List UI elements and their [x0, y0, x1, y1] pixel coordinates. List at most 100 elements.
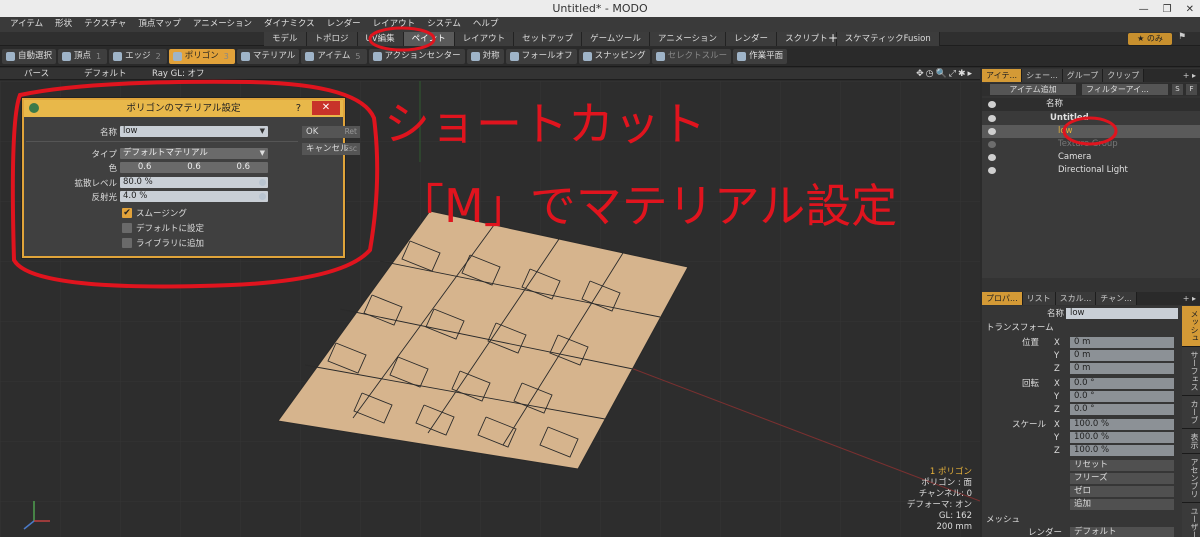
tab-game-tools[interactable]: ゲームツール	[582, 32, 650, 46]
pin-icon[interactable]: ⚑	[1178, 32, 1186, 42]
add-tab-button[interactable]: +	[828, 31, 838, 45]
item-name-input[interactable]: low	[1066, 308, 1178, 319]
item-mode-button[interactable]: アイテム 5	[301, 49, 367, 64]
list-item[interactable]: low	[982, 125, 1200, 138]
eye-icon[interactable]	[259, 193, 266, 200]
add-dropdown[interactable]: 追加	[1070, 499, 1174, 510]
tab-list[interactable]: リスト	[1022, 292, 1056, 305]
smoothing-checkbox[interactable]: ✔ スムージング	[122, 207, 187, 219]
transform-group[interactable]: トランスフォーム	[982, 322, 1182, 334]
side-tab-surface[interactable]: サーフェス	[1182, 347, 1200, 396]
freeze-dropdown[interactable]: フリーズ	[1070, 473, 1174, 484]
color-g-value[interactable]: 0.6	[187, 162, 201, 173]
menu-item[interactable]: テクスチャ	[78, 17, 132, 32]
side-tab-curve[interactable]: カーブ	[1182, 396, 1200, 429]
rotation-z-input[interactable]: 0.0 °	[1070, 404, 1174, 415]
panel-menu-icon[interactable]: + ▸	[1179, 69, 1200, 82]
menu-item[interactable]: 形状	[49, 17, 78, 32]
tab-schematic[interactable]: スケマティックFusion	[836, 32, 940, 46]
tab-paint[interactable]: ペイント	[403, 32, 455, 46]
chevron-down-icon[interactable]: ▼	[260, 126, 265, 137]
material-name-input[interactable]: low ▼	[120, 126, 268, 137]
material-mode-button[interactable]: マテリアル	[236, 49, 300, 64]
diffuse-input[interactable]: 80.0 %	[120, 177, 268, 188]
action-center-button[interactable]: アクションセンター	[368, 49, 465, 64]
visibility-icon[interactable]	[988, 167, 996, 174]
add-library-checkbox[interactable]: ライブラリに追加	[122, 237, 204, 249]
side-tab-display[interactable]: 表示	[1182, 429, 1200, 454]
select-through-button[interactable]: セレクトスルー	[651, 49, 732, 64]
search-icon[interactable]: S	[1172, 84, 1183, 95]
filter-items-dropdown[interactable]: フィルターアイ...	[1082, 84, 1168, 95]
list-item[interactable]: Camera	[982, 151, 1200, 164]
auto-select-button[interactable]: 自動選択	[2, 49, 57, 64]
checkbox-empty[interactable]	[122, 222, 132, 233]
rotation-x-input[interactable]: 0.0 °	[1070, 378, 1174, 389]
color-field[interactable]: 0.6 0.6 0.6	[120, 162, 268, 173]
filter-icon[interactable]: F	[1186, 84, 1197, 95]
chevron-down-icon[interactable]: ▼	[260, 148, 265, 159]
maximize-button[interactable]: ❐	[1163, 1, 1172, 18]
menu-item[interactable]: アイテム	[4, 17, 49, 32]
zero-dropdown[interactable]: ゼロ	[1070, 486, 1174, 497]
scale-x-input[interactable]: 100.0 %	[1070, 419, 1174, 430]
view-style-default[interactable]: デフォルト	[84, 68, 127, 80]
tab-clips[interactable]: クリップ	[1103, 69, 1145, 82]
work-plane-button[interactable]: 作業平面	[733, 49, 788, 64]
tab-layout[interactable]: レイアウト	[454, 32, 515, 46]
tab-channels[interactable]: チャン...	[1096, 292, 1137, 305]
eye-icon[interactable]	[259, 179, 266, 186]
minimize-button[interactable]: —	[1139, 1, 1149, 18]
position-x-input[interactable]: 0 m	[1070, 337, 1174, 348]
menu-item[interactable]: 頂点マップ	[132, 17, 187, 32]
menu-item[interactable]: アニメーション	[187, 17, 258, 32]
edge-mode-button[interactable]: エッジ 2	[109, 49, 167, 64]
view-type-persp[interactable]: パース	[24, 68, 49, 80]
mesh-group[interactable]: メッシュ	[982, 514, 1182, 526]
panel-menu-icon[interactable]: + ▸	[1179, 292, 1200, 305]
tab-topology[interactable]: トポロジ	[306, 32, 358, 46]
color-b-value[interactable]: 0.6	[237, 162, 251, 173]
render-dropdown[interactable]: デフォルト	[1070, 527, 1174, 537]
position-y-input[interactable]: 0 m	[1070, 350, 1174, 361]
reset-dropdown[interactable]: リセット	[1070, 460, 1174, 471]
favorites-only-button[interactable]: ★ のみ	[1128, 33, 1172, 45]
polygon-mode-button[interactable]: ポリゴン 3	[168, 49, 235, 64]
set-default-checkbox[interactable]: デフォルトに設定	[122, 222, 204, 234]
checkmark-icon[interactable]: ✔	[122, 207, 132, 218]
tab-properties[interactable]: プロパ...	[982, 292, 1023, 305]
reflection-input[interactable]: 4.0 %	[120, 191, 268, 202]
menu-item[interactable]: ダイナミクス	[258, 17, 321, 32]
checkbox-empty[interactable]	[122, 237, 132, 248]
tab-setup[interactable]: セットアップ	[514, 32, 583, 46]
tab-scale[interactable]: スカル...	[1055, 292, 1097, 305]
tab-model[interactable]: モデル	[264, 32, 307, 46]
tab-animation[interactable]: アニメーション	[649, 32, 727, 46]
menu-item[interactable]: ヘルプ	[467, 17, 505, 32]
symmetry-button[interactable]: 対称	[466, 49, 504, 64]
add-item-button[interactable]: アイテム追加	[990, 84, 1076, 95]
ok-button[interactable]: OK Ret	[302, 126, 360, 138]
tab-items[interactable]: アイテ...	[982, 69, 1023, 82]
scale-z-input[interactable]: 100.0 %	[1070, 445, 1174, 456]
list-item[interactable]: Texture Group	[982, 138, 1200, 151]
cancel-button[interactable]: キャンセル Esc	[302, 143, 360, 155]
visibility-icon[interactable]	[988, 115, 996, 122]
menu-item[interactable]: レンダー	[321, 17, 367, 32]
snapping-button[interactable]: スナッピング	[578, 49, 650, 64]
close-window-button[interactable]: ✕	[1186, 1, 1194, 18]
tab-shader[interactable]: シェー...	[1022, 69, 1063, 82]
visibility-icon[interactable]	[988, 141, 996, 148]
rotation-y-input[interactable]: 0.0 °	[1070, 391, 1174, 402]
material-type-select[interactable]: デフォルトマテリアル ▼	[120, 148, 268, 159]
tab-render[interactable]: レンダー	[726, 32, 778, 46]
ray-gl-toggle[interactable]: Ray GL: オフ	[152, 68, 205, 80]
list-item[interactable]: Untitled	[982, 112, 1200, 125]
visibility-icon[interactable]	[988, 128, 996, 135]
tab-uv[interactable]: UV編集	[357, 32, 404, 46]
scale-y-input[interactable]: 100.0 %	[1070, 432, 1174, 443]
menu-item[interactable]: システム	[421, 17, 467, 32]
falloff-button[interactable]: フォールオフ	[505, 49, 577, 64]
color-r-value[interactable]: 0.6	[138, 162, 152, 173]
list-item[interactable]: Directional Light	[982, 164, 1200, 177]
